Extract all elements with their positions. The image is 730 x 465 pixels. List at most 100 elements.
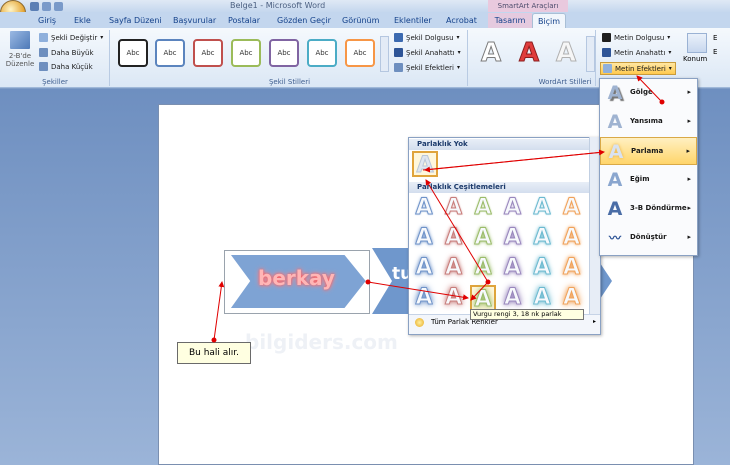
arrange-item-2[interactable]: E — [713, 48, 717, 56]
tab-giris[interactable]: Giriş — [38, 13, 56, 28]
tab-bicim[interactable]: Biçim — [532, 13, 566, 28]
tab-gorunum[interactable]: Görünüm — [342, 13, 379, 28]
shape-style-thumb-5[interactable]: Abc — [269, 39, 299, 67]
tab-ekle[interactable]: Ekle — [74, 13, 91, 28]
chevron-right-icon: ▸ — [687, 88, 691, 96]
menu-item-bevel-label: Eğim — [630, 175, 650, 183]
redo-icon[interactable] — [54, 1, 63, 11]
text-fill-label: Metin Dolgusu — [614, 33, 665, 42]
glow-option-r3-c6[interactable]: A — [559, 255, 585, 281]
glow-option-r1-c5[interactable]: A — [529, 195, 555, 221]
glow-option-r3-c4[interactable]: A — [500, 255, 526, 281]
glow-option-r2-c1[interactable]: A — [411, 225, 437, 251]
menu-item-shadow[interactable]: A Gölge ▸ — [600, 79, 697, 107]
glow-option-r4-c1[interactable]: A — [411, 285, 437, 311]
glow-option-r3-c5[interactable]: A — [529, 255, 555, 281]
edit-in-2d-label: 2-B'de Düzenle — [5, 52, 35, 68]
glow-option-r1-c6[interactable]: A — [559, 195, 585, 221]
menu-item-reflection-label: Yansıma — [630, 117, 663, 125]
undo-icon[interactable] — [42, 1, 51, 11]
paint-bucket-icon — [394, 33, 403, 42]
smartart-text-1[interactable]: berkay — [258, 266, 335, 290]
wordart-style-1[interactable]: A — [476, 37, 506, 69]
smaller-icon — [39, 62, 48, 71]
glow-option-r2-c6[interactable]: A — [559, 225, 585, 251]
text-effects-label: Metin Efektleri — [615, 64, 666, 73]
shape-style-thumb-3[interactable]: Abc — [193, 39, 223, 67]
chevron-right-icon: ▸ — [686, 147, 690, 155]
shapes-group-label: Şekiller — [42, 78, 68, 86]
wordart-style-3[interactable]: A — [551, 37, 581, 69]
text-fill-button[interactable]: Metin Dolgusu ▾ — [602, 33, 670, 42]
reflection-icon: A — [607, 111, 623, 133]
edit-2d-icon — [10, 31, 30, 49]
glow-option-r2-c2[interactable]: A — [441, 225, 467, 251]
smaller-button[interactable]: Daha Küçük — [39, 62, 93, 71]
annotation-callout: Bu hali alır. — [177, 342, 251, 364]
shape-styles-scroll[interactable] — [380, 36, 389, 72]
chevron-right-icon: ▸ — [592, 318, 596, 325]
arrange-item-1[interactable]: E — [713, 34, 717, 42]
wordart-styles-scroll[interactable] — [586, 36, 595, 72]
menu-item-glow[interactable]: A Parlama ▸ — [600, 137, 697, 165]
menu-item-transform[interactable]: 〰 Dönüştür ▸ — [600, 224, 697, 252]
tab-tasarim[interactable]: Tasarım — [488, 13, 532, 28]
save-icon[interactable] — [30, 1, 39, 11]
larger-button[interactable]: Daha Büyük — [39, 48, 94, 57]
tab-gozden-gecir[interactable]: Gözden Geçir — [277, 13, 331, 28]
shape-style-thumb-1[interactable]: Abc — [118, 39, 148, 67]
glow-option-r1-c1[interactable]: A — [411, 195, 437, 221]
chevron-down-icon: ▾ — [667, 34, 671, 41]
glow-option-r4-c5[interactable]: A — [529, 285, 555, 311]
shape-style-thumb-2[interactable]: Abc — [155, 39, 185, 67]
edit-in-2d-button[interactable]: 2-B'de Düzenle — [4, 31, 36, 75]
glow-option-r4-c4[interactable]: A — [500, 285, 526, 311]
glow-option-r3-c2[interactable]: A — [441, 255, 467, 281]
shape-fill-label: Şekil Dolgusu — [406, 33, 454, 42]
no-glow-header: Parlaklık Yok — [409, 139, 589, 150]
tab-basvurular[interactable]: Başvurular — [173, 13, 216, 28]
glow-option-r1-c3[interactable]: A — [470, 195, 496, 221]
glow-option-r4-c3[interactable]: A — [470, 285, 496, 313]
shadow-icon: A — [607, 82, 623, 104]
shape-style-thumb-6[interactable]: Abc — [307, 39, 337, 67]
menu-item-reflection[interactable]: A Yansıma ▸ — [600, 108, 697, 136]
larger-icon — [39, 48, 48, 57]
chevron-down-icon: ▾ — [100, 34, 104, 41]
glow-option-r2-c4[interactable]: A — [500, 225, 526, 251]
change-shape-icon — [39, 33, 48, 42]
chevron-down-icon: ▾ — [457, 49, 461, 56]
menu-item-bevel[interactable]: A Eğim ▸ — [600, 166, 697, 194]
text-effects-button[interactable]: Metin Efektleri ▾ — [600, 62, 676, 75]
wordart-style-2[interactable]: A — [514, 37, 544, 69]
tab-acrobat[interactable]: Acrobat — [446, 13, 477, 28]
tab-sayfa-duzeni[interactable]: Sayfa Düzeni — [109, 13, 162, 28]
glow-option-r3-c1[interactable]: A — [411, 255, 437, 281]
shape-outline-button[interactable]: Şekil Anahattı ▾ — [394, 48, 461, 57]
contextual-tab-title: SmartArt Araçları — [488, 0, 568, 12]
window-title: Belge1 - Microsoft Word — [230, 1, 326, 10]
shape-fill-button[interactable]: Şekil Dolgusu ▾ — [394, 33, 460, 42]
text-outline-button[interactable]: Metin Anahattı ▾ — [602, 48, 671, 57]
glow-option-r2-c3[interactable]: A — [470, 225, 496, 251]
glow-option-r2-c5[interactable]: A — [529, 225, 555, 251]
no-glow-option[interactable]: A — [412, 151, 438, 179]
glow-option-r1-c4[interactable]: A — [500, 195, 526, 221]
change-shape-label: Şekli Değiştir — [51, 33, 98, 42]
menu-item-3d-rotation[interactable]: A 3-B Döndürme ▸ — [600, 195, 697, 223]
shape-style-thumb-4[interactable]: Abc — [231, 39, 261, 67]
chevron-right-icon: ▸ — [687, 233, 691, 241]
glow-option-r1-c2[interactable]: A — [441, 195, 467, 221]
tab-eklentiler[interactable]: Eklentiler — [394, 13, 432, 28]
shape-effects-button[interactable]: Şekil Efektleri ▾ — [394, 63, 460, 72]
position-icon[interactable] — [687, 33, 707, 53]
glow-option-r4-c2[interactable]: A — [441, 285, 467, 311]
change-shape-button[interactable]: Şekli Değiştir ▾ — [39, 33, 103, 42]
glow-option-r3-c3[interactable]: A — [470, 255, 496, 281]
shape-styles-group-label: Şekil Stilleri — [268, 78, 311, 86]
position-label[interactable]: Konum — [683, 55, 707, 63]
glow-option-r4-c6[interactable]: A — [559, 285, 585, 311]
text-outline-label: Metin Anahattı — [614, 48, 666, 57]
shape-style-thumb-7[interactable]: Abc — [345, 39, 375, 67]
tab-postalar[interactable]: Postalar — [228, 13, 260, 28]
